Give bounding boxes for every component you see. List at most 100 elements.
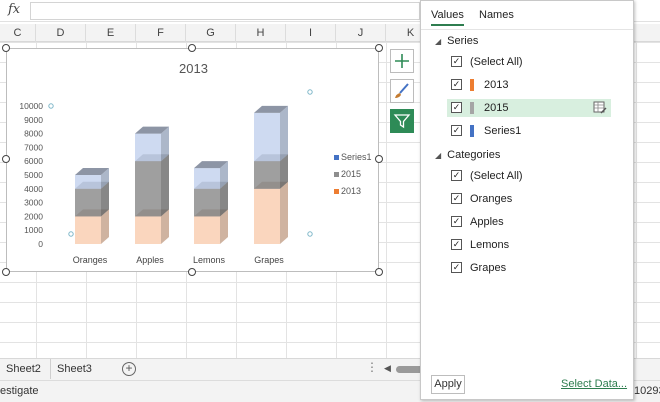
column-header[interactable]: I <box>286 24 336 42</box>
plot-area-handle <box>48 103 54 109</box>
chart-resize-handle[interactable] <box>375 268 383 276</box>
series-row-series1[interactable]: ✓ Series1 <box>447 122 611 140</box>
edit-series-icon[interactable] <box>593 101 607 114</box>
chart-resize-handle[interactable] <box>2 44 10 52</box>
plot-area-handle <box>307 231 313 237</box>
chart-resize-handle[interactable] <box>2 268 10 276</box>
checkbox[interactable]: ✓ <box>451 216 462 227</box>
series-row-2015[interactable]: ✓ 2015 <box>447 99 611 117</box>
chart-resize-handle[interactable] <box>375 44 383 52</box>
y-tick-label: 2000 <box>24 211 43 221</box>
collapse-caret-icon: ◢ <box>435 151 442 160</box>
legend-item-2013[interactable]: 2013 <box>334 186 361 196</box>
bar-side <box>280 105 288 162</box>
categories-section-header[interactable]: ◢ Categories <box>435 149 500 161</box>
plot-area-handle <box>307 89 313 95</box>
checkbox[interactable]: ✓ <box>451 239 462 250</box>
row-label: 2015 <box>484 102 509 114</box>
column-header[interactable]: E <box>86 24 136 42</box>
y-tick-label: 8000 <box>24 129 43 139</box>
legend-swatch <box>334 189 339 195</box>
tab-divider <box>421 29 633 30</box>
chart-resize-handle[interactable] <box>188 268 196 276</box>
checkbox[interactable]: ✓ <box>451 193 462 204</box>
chart-styles-button[interactable] <box>390 79 414 103</box>
formula-input[interactable] <box>30 2 420 20</box>
y-tick-label: 6000 <box>24 156 43 166</box>
sheet-tab[interactable]: Sheet3 <box>50 359 98 379</box>
category-row-apples[interactable]: ✓ Apples <box>447 213 611 231</box>
bar-segment <box>254 112 280 162</box>
legend-label: Series1 <box>341 152 372 162</box>
chart-resize-handle[interactable] <box>188 44 196 52</box>
y-tick-label: 5000 <box>24 170 43 180</box>
bar-segment <box>254 188 280 244</box>
category-select-all-row[interactable]: ✓ (Select All) <box>447 167 611 185</box>
column-header[interactable]: J <box>336 24 386 42</box>
checkbox[interactable]: ✓ <box>451 170 462 181</box>
y-tick-label: 3000 <box>24 198 43 208</box>
chart[interactable]: 2013 0 1000 2000 3000 4000 5000 6000 7000 8000 90… <box>6 48 379 272</box>
row-label: (Select All) <box>470 170 523 182</box>
series-section-header[interactable]: ◢ Series <box>435 35 478 47</box>
tab-values[interactable]: Values <box>431 9 464 26</box>
checkbox[interactable]: ✓ <box>451 102 462 113</box>
column-header[interactable]: H <box>236 24 286 42</box>
checkbox[interactable]: ✓ <box>451 56 462 67</box>
sheet-tab[interactable]: Sheet2 <box>0 359 47 379</box>
y-tick-label: 0 <box>38 239 43 249</box>
row-label: Lemons <box>470 239 510 251</box>
x-tick-label: Apples <box>136 255 164 265</box>
series-row-2013[interactable]: ✓ 2013 <box>447 76 611 94</box>
bar-segment <box>75 216 101 244</box>
insert-function-icon[interactable]: fx <box>8 2 28 20</box>
column-header[interactable]: D <box>36 24 86 42</box>
bar-segment <box>135 216 161 244</box>
legend-label: 2013 <box>341 186 362 196</box>
section-title: Categories <box>447 149 501 161</box>
series-color-swatch <box>470 79 474 91</box>
select-data-link[interactable]: Select Data... <box>561 378 627 390</box>
chart-elements-button[interactable] <box>390 49 414 73</box>
bar-side <box>161 154 169 217</box>
column-header[interactable]: F <box>136 24 186 42</box>
plus-icon <box>395 54 409 68</box>
bar-segment <box>194 168 220 189</box>
column-header[interactable]: C <box>0 24 36 42</box>
column-header[interactable]: G <box>186 24 236 42</box>
row-label: Grapes <box>470 262 507 274</box>
checkbox[interactable]: ✓ <box>451 262 462 273</box>
paintbrush-icon <box>395 83 409 98</box>
collapse-caret-icon: ◢ <box>435 37 442 46</box>
row-label: Apples <box>470 216 504 228</box>
bar-segment <box>194 216 220 244</box>
bar-segment <box>135 133 161 162</box>
legend-label: 2015 <box>341 169 362 179</box>
y-tick-label: 9000 <box>24 115 43 125</box>
more-options-icon[interactable]: ⋮ <box>366 360 378 374</box>
status-count: 10293 <box>634 385 660 397</box>
bar-segment <box>75 175 101 189</box>
bar-segment <box>135 161 161 217</box>
category-row-oranges[interactable]: ✓ Oranges <box>447 190 611 208</box>
row-label: Oranges <box>470 193 513 205</box>
chart-filters-button[interactable] <box>390 109 414 133</box>
chart-resize-handle[interactable] <box>375 155 383 163</box>
series-select-all-row[interactable]: ✓ (Select All) <box>447 53 611 71</box>
scroll-left-icon[interactable]: ◀ <box>384 363 391 374</box>
checkbox[interactable]: ✓ <box>451 125 462 136</box>
apply-button[interactable]: Apply <box>431 375 465 394</box>
add-sheet-button[interactable]: + <box>122 362 136 376</box>
checkbox[interactable]: ✓ <box>451 79 462 90</box>
category-row-grapes[interactable]: ✓ Grapes <box>447 259 611 277</box>
legend-item-2015[interactable]: 2015 <box>334 169 361 179</box>
plot-area-handle <box>68 231 74 237</box>
bar-segment <box>75 188 101 217</box>
bar-segment <box>194 188 220 217</box>
category-row-lemons[interactable]: ✓ Lemons <box>447 236 611 254</box>
row-label: Series1 <box>484 125 522 137</box>
legend-item-series1[interactable]: Series1 <box>334 152 372 162</box>
tab-names[interactable]: Names <box>479 9 514 21</box>
series-color-swatch <box>470 102 474 114</box>
chart-resize-handle[interactable] <box>2 155 10 163</box>
